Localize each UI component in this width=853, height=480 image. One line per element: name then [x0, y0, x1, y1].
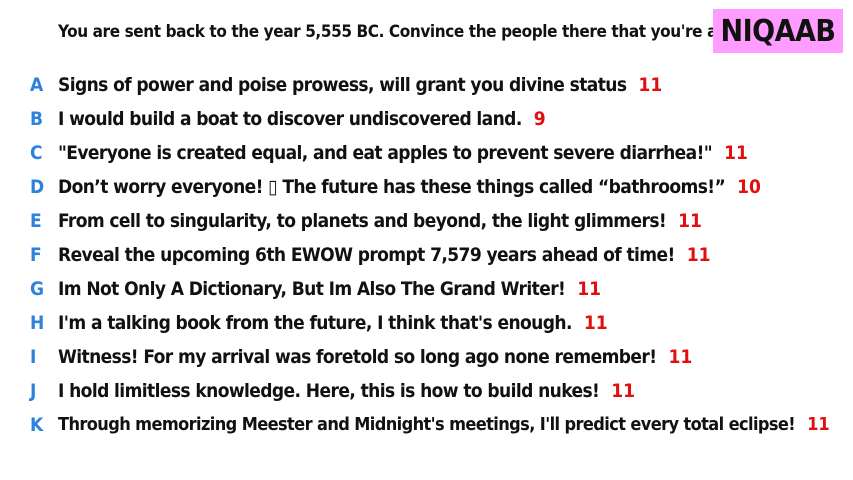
response-text: Through memorizing Meester and Midnight'…: [58, 414, 796, 435]
response-text: Don’t worry everyone! ▯ The future has t…: [58, 176, 726, 198]
response-word-count: 11: [686, 244, 711, 266]
response-row: A Signs of power and poise prowess, will…: [0, 68, 853, 102]
contestant-name-badge: NIQAAB: [713, 9, 843, 53]
response-letter: G: [30, 278, 45, 300]
response-list: A Signs of power and poise prowess, will…: [0, 68, 853, 442]
response-letter: A: [30, 74, 44, 96]
response-word-count: 11: [807, 414, 830, 435]
response-word-count: 9: [533, 108, 546, 130]
response-text-line: I hold limitless knowledge. Here, this i…: [58, 374, 635, 408]
response-text: I'm a talking book from the future, I th…: [58, 312, 572, 334]
response-row: B I would build a boat to discover undis…: [0, 102, 853, 136]
response-word-count: 11: [577, 278, 602, 300]
response-text: I would build a boat to discover undisco…: [58, 108, 522, 130]
response-text-line: Signs of power and poise prowess, will g…: [58, 68, 662, 102]
response-text-line: From cell to singularity, to planets and…: [58, 204, 702, 238]
response-text-line: Im Not Only A Dictionary, But Im Also Th…: [58, 272, 601, 306]
response-row: C "Everyone is created equal, and eat ap…: [0, 136, 853, 170]
response-word-count: 11: [583, 312, 608, 334]
response-text-line: Reveal the upcoming 6th EWOW prompt 7,57…: [58, 238, 710, 272]
response-text-line: Don’t worry everyone! ▯ The future has t…: [58, 170, 761, 204]
response-word-count: 11: [611, 380, 636, 402]
response-row: J I hold limitless knowledge. Here, this…: [0, 374, 853, 408]
prompt-text: You are sent back to the year 5,555 BC. …: [58, 22, 759, 42]
response-letter: C: [30, 142, 43, 164]
response-text: "Everyone is created equal, and eat appl…: [58, 142, 713, 164]
response-row: D Don’t worry everyone! ▯ The future has…: [0, 170, 853, 204]
response-letter: D: [30, 176, 45, 198]
response-text: Witness! For my arrival was foretold so …: [58, 346, 657, 368]
response-text-line: I would build a boat to discover undisco…: [58, 102, 546, 136]
response-word-count: 10: [737, 176, 761, 198]
response-text: Signs of power and poise prowess, will g…: [58, 74, 627, 96]
response-letter: J: [30, 380, 37, 402]
response-letter: I: [30, 346, 37, 368]
response-text-line: I'm a talking book from the future, I th…: [58, 306, 608, 340]
response-row: K Through memorizing Meester and Midnigh…: [0, 408, 853, 442]
response-text: From cell to singularity, to planets and…: [58, 210, 667, 232]
response-word-count: 11: [668, 346, 693, 368]
response-text-line: Through memorizing Meester and Midnight'…: [58, 408, 830, 442]
response-word-count: 11: [678, 210, 702, 232]
response-word-count: 11: [724, 142, 748, 164]
response-row: G Im Not Only A Dictionary, But Im Also …: [0, 272, 853, 306]
response-word-count: 11: [638, 74, 663, 96]
response-text: I hold limitless knowledge. Here, this i…: [58, 380, 600, 402]
response-row: I Witness! For my arrival was foretold s…: [0, 340, 853, 374]
response-letter: F: [30, 244, 42, 266]
response-row: F Reveal the upcoming 6th EWOW prompt 7,…: [0, 238, 853, 272]
response-text-line: "Everyone is created equal, and eat appl…: [58, 136, 748, 170]
response-row: E From cell to singularity, to planets a…: [0, 204, 853, 238]
response-text: Reveal the upcoming 6th EWOW prompt 7,57…: [58, 244, 675, 266]
response-letter: K: [30, 414, 44, 436]
response-text-line: Witness! For my arrival was foretold so …: [58, 340, 692, 374]
response-letter: E: [30, 210, 42, 232]
response-letter: H: [30, 312, 45, 334]
response-row: H I'm a talking book from the future, I …: [0, 306, 853, 340]
response-text: Im Not Only A Dictionary, But Im Also Th…: [58, 278, 566, 300]
response-letter: B: [30, 108, 44, 130]
